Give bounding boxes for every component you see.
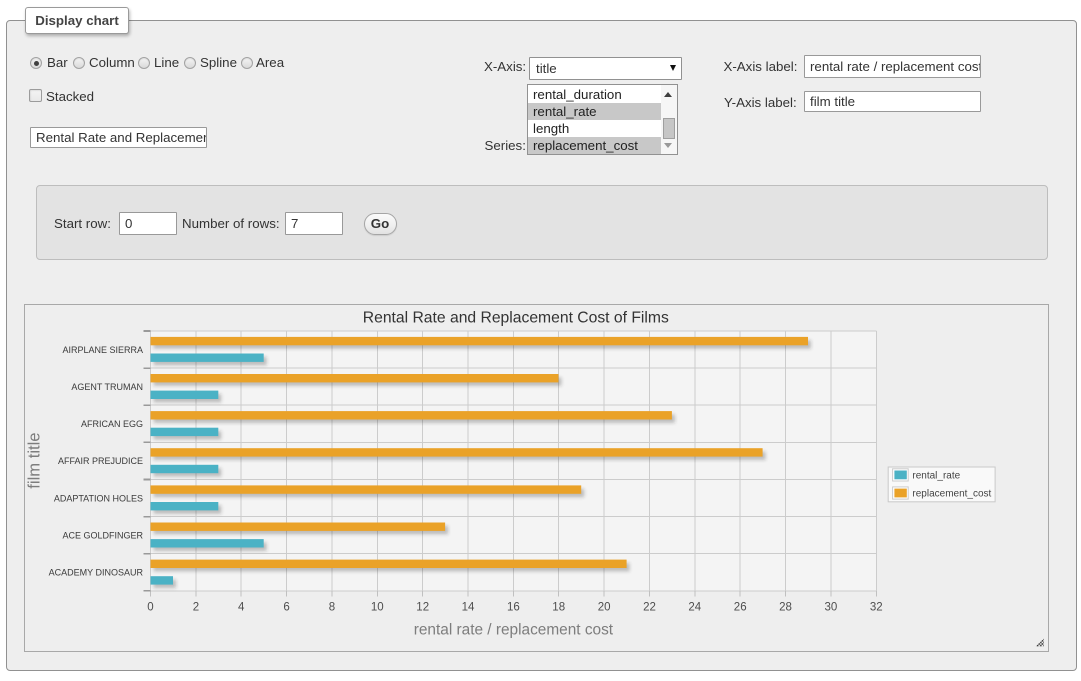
svg-text:2: 2	[193, 602, 199, 614]
svg-text:32: 32	[870, 602, 883, 614]
svg-text:AIRPLANE SIERRA: AIRPLANE SIERRA	[62, 345, 143, 355]
svg-text:28: 28	[779, 602, 792, 614]
svg-text:20: 20	[598, 602, 611, 614]
svg-text:18: 18	[552, 602, 565, 614]
svg-text:8: 8	[329, 602, 335, 614]
svg-text:ACADEMY DINOSAUR: ACADEMY DINOSAUR	[49, 568, 144, 578]
svg-text:rental rate / replacement cost: rental rate / replacement cost	[414, 622, 614, 639]
svg-text:12: 12	[416, 602, 429, 614]
svg-text:4: 4	[238, 602, 245, 614]
svg-text:film title: film title	[24, 432, 43, 488]
svg-text:24: 24	[688, 602, 701, 614]
svg-text:22: 22	[643, 602, 656, 614]
svg-text:ACE GOLDFINGER: ACE GOLDFINGER	[62, 530, 143, 540]
svg-text:AFRICAN EGG: AFRICAN EGG	[81, 419, 143, 429]
svg-text:6: 6	[283, 602, 289, 614]
svg-text:0: 0	[147, 602, 153, 614]
svg-text:AFFAIR PREJUDICE: AFFAIR PREJUDICE	[58, 456, 143, 466]
svg-text:replacement_cost: replacement_cost	[912, 489, 991, 500]
svg-text:10: 10	[371, 602, 384, 614]
svg-text:14: 14	[462, 602, 475, 614]
svg-text:16: 16	[507, 602, 520, 614]
svg-text:26: 26	[734, 602, 747, 614]
svg-text:Rental Rate and Replacement Co: Rental Rate and Replacement Cost of Film…	[363, 309, 669, 326]
svg-text:ADAPTATION HOLES: ADAPTATION HOLES	[54, 493, 143, 503]
svg-text:AGENT TRUMAN: AGENT TRUMAN	[71, 382, 143, 392]
svg-text:30: 30	[825, 602, 838, 614]
svg-text:rental_rate: rental_rate	[912, 471, 960, 482]
